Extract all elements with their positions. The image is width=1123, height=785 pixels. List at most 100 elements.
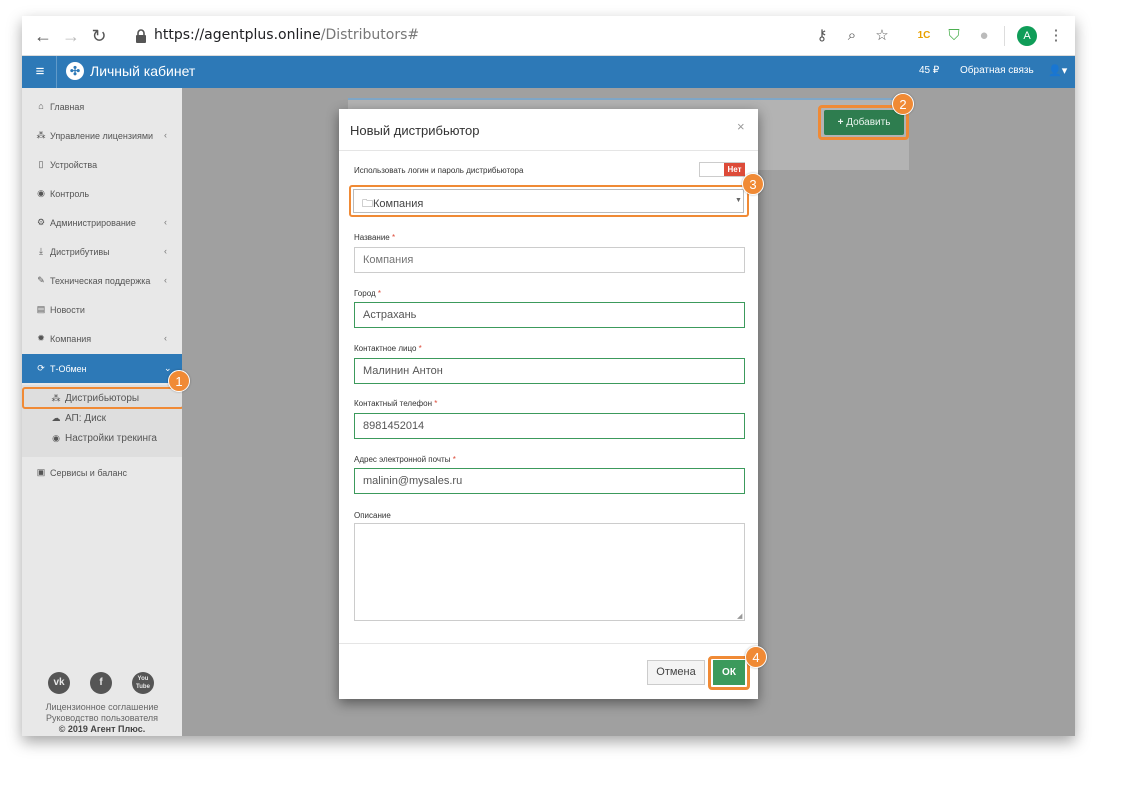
download-icon: ⤓ [39,246,43,256]
key-icon[interactable]: ⚷ [812,26,832,46]
callout-3: 3 [742,173,764,195]
cogs-icon: ⚙ [36,217,46,227]
resize-grip-icon[interactable]: ◢ [737,612,742,620]
sidebar-item-label: Дистрибутивы [50,247,110,257]
sidebar-item-services[interactable]: ▣ Сервисы и баланс [22,458,182,487]
brand-title: Личный кабинет [90,63,196,79]
sidebar-item-home[interactable]: ⌂ Главная [22,92,182,121]
sidebar-subitem-label: АП: Диск [65,413,107,424]
city-field[interactable] [354,302,745,328]
shield-icon[interactable]: ⛉ [944,26,964,46]
sidebar-item-label: Управление лицензиями [50,131,154,141]
eye-icon: ◉ [37,188,45,198]
hamburger-icon[interactable]: ≡ [30,62,50,82]
lock-icon [136,29,146,43]
brand-logo-icon: ✣ [66,62,84,80]
vk-icon[interactable]: vk [48,672,70,694]
extension-1c-icon[interactable]: 1C [914,26,934,46]
mobile-icon: ▯ [38,159,44,169]
sidebar-item-label: Устройства [50,160,98,170]
sidebar-item-label: Контроль [50,189,90,199]
phone-label: Контактный телефон * [354,399,438,408]
facebook-icon[interactable]: f [90,672,112,694]
newspaper-icon: ▤ [36,304,46,314]
feedback-link[interactable]: Обратная связь [960,65,1034,76]
highlight-company-select [349,185,749,217]
highlight-distributors [22,387,184,409]
menu-kebab-icon[interactable]: ⋮ [1046,26,1066,46]
sidebar-item-support[interactable]: ✎ Техническая поддержка ‹ [22,266,182,295]
sidebar-item-label: Новости [50,305,85,315]
sidebar-item-distributives[interactable]: ⤓ Дистрибутивы ‹ [22,237,182,266]
sidebar-item-label: Т-Обмен [50,364,87,374]
sidebar-item-licenses[interactable]: ⁂ Управление лицензиями ‹ [22,121,182,150]
zoom-icon[interactable]: ⌕ [842,26,862,46]
sidebar-item-news[interactable]: ▤ Новости [22,295,182,324]
name-label: Название * [354,233,396,242]
use-login-label: Использовать логин и пароль дистрибьютор… [354,166,524,175]
copyright: © 2019 Агент Плюс. [58,724,146,734]
dialog-footer: Отмена ОК [339,643,758,699]
chevron-left-icon: ‹ [164,130,167,140]
sidebar-item-label: Администрирование [50,218,136,228]
callout-2: 2 [892,93,914,115]
close-icon[interactable]: × [737,119,745,134]
app-topbar: ≡ ✣ Личный кабинет 45 ₽ Обратная связь 👤… [22,56,1075,88]
balance-link[interactable]: 45 ₽ [919,65,939,76]
sidebar: ⌂ Главная ⁂ Управление лицензиями ‹ ▯ Ус… [22,88,184,736]
gear-icon: ✹ [37,333,45,343]
guide-link[interactable]: Руководство пользователя [22,713,182,724]
cloud-icon: ☁ [51,413,61,423]
refresh-icon: ⟳ [37,363,45,373]
sidebar-item-t-obmen[interactable]: ⟳ Т-Обмен ⌄ [22,354,182,383]
eye-icon: ◉ [52,433,60,443]
phone-field[interactable] [354,413,745,439]
sidebar-item-label: Компания [50,334,92,344]
browser-toolbar: ← → ↻ https://agentplus.online/Distribut… [22,16,1075,56]
profile-avatar[interactable]: A [1017,26,1037,46]
chevron-left-icon: ‹ [164,275,167,285]
sidebar-subitem-tracking[interactable]: ◉ Настройки трекинга [22,429,182,449]
toggle-value: Нет [724,163,745,176]
dialog-header: Новый дистрибьютор × [339,109,758,151]
sidebar-item-label: Главная [50,102,85,112]
sidebar-item-label: Техническая поддержка [50,276,151,286]
extension-circle-icon[interactable]: ● [974,26,994,46]
user-menu-icon[interactable]: 👤▾ [1048,64,1067,77]
contact-label: Контактное лицо * [354,344,422,353]
description-label: Описание [354,511,391,520]
sidebar-item-company[interactable]: ✹ Компания ‹ [22,324,182,353]
cancel-button[interactable]: Отмена [647,660,705,685]
forward-icon[interactable]: → [60,25,82,47]
sidebar-subitem-label: Настройки трекинга [65,433,157,444]
back-icon[interactable]: ← [32,25,54,47]
license-link[interactable]: Лицензионное соглашение [22,702,182,713]
contact-field[interactable] [354,358,745,384]
sitemap-icon: ⁂ [36,130,46,140]
sidebar-item-control[interactable]: ◉ Контроль [22,179,182,208]
callout-1: 1 [168,370,190,392]
sidebar-item-admin[interactable]: ⚙ Администрирование ‹ [22,208,182,237]
dialog-title: Новый дистрибьютор [350,123,480,138]
description-textarea[interactable]: ◢ [354,523,745,621]
sidebar-item-devices[interactable]: ▯ Устройства [22,150,182,179]
address-bar[interactable]: https://agentplus.online/Distributors# [154,27,419,43]
email-label: Адрес электронной почты * [354,455,456,464]
star-icon[interactable]: ☆ [872,26,892,46]
wrench-icon: ✎ [37,275,45,285]
youtube-icon[interactable]: You Tube [132,672,154,694]
reload-icon[interactable]: ↻ [88,25,110,47]
use-login-toggle[interactable]: Нет [699,162,745,177]
sidebar-subitem-disk[interactable]: ☁ АП: Диск [22,409,182,429]
highlight-ok-button [708,656,750,690]
email-field[interactable] [354,468,745,494]
chevron-left-icon: ‹ [164,246,167,256]
toolbar-divider [1004,26,1005,46]
city-label: Город * [354,289,381,298]
chevron-left-icon: ‹ [164,217,167,227]
sidebar-item-label: Сервисы и баланс [50,468,127,478]
name-field[interactable] [354,247,745,273]
chevron-left-icon: ‹ [164,333,167,343]
wallet-icon: ▣ [36,467,46,477]
new-distributor-dialog: Новый дистрибьютор × Использовать логин … [339,109,758,699]
